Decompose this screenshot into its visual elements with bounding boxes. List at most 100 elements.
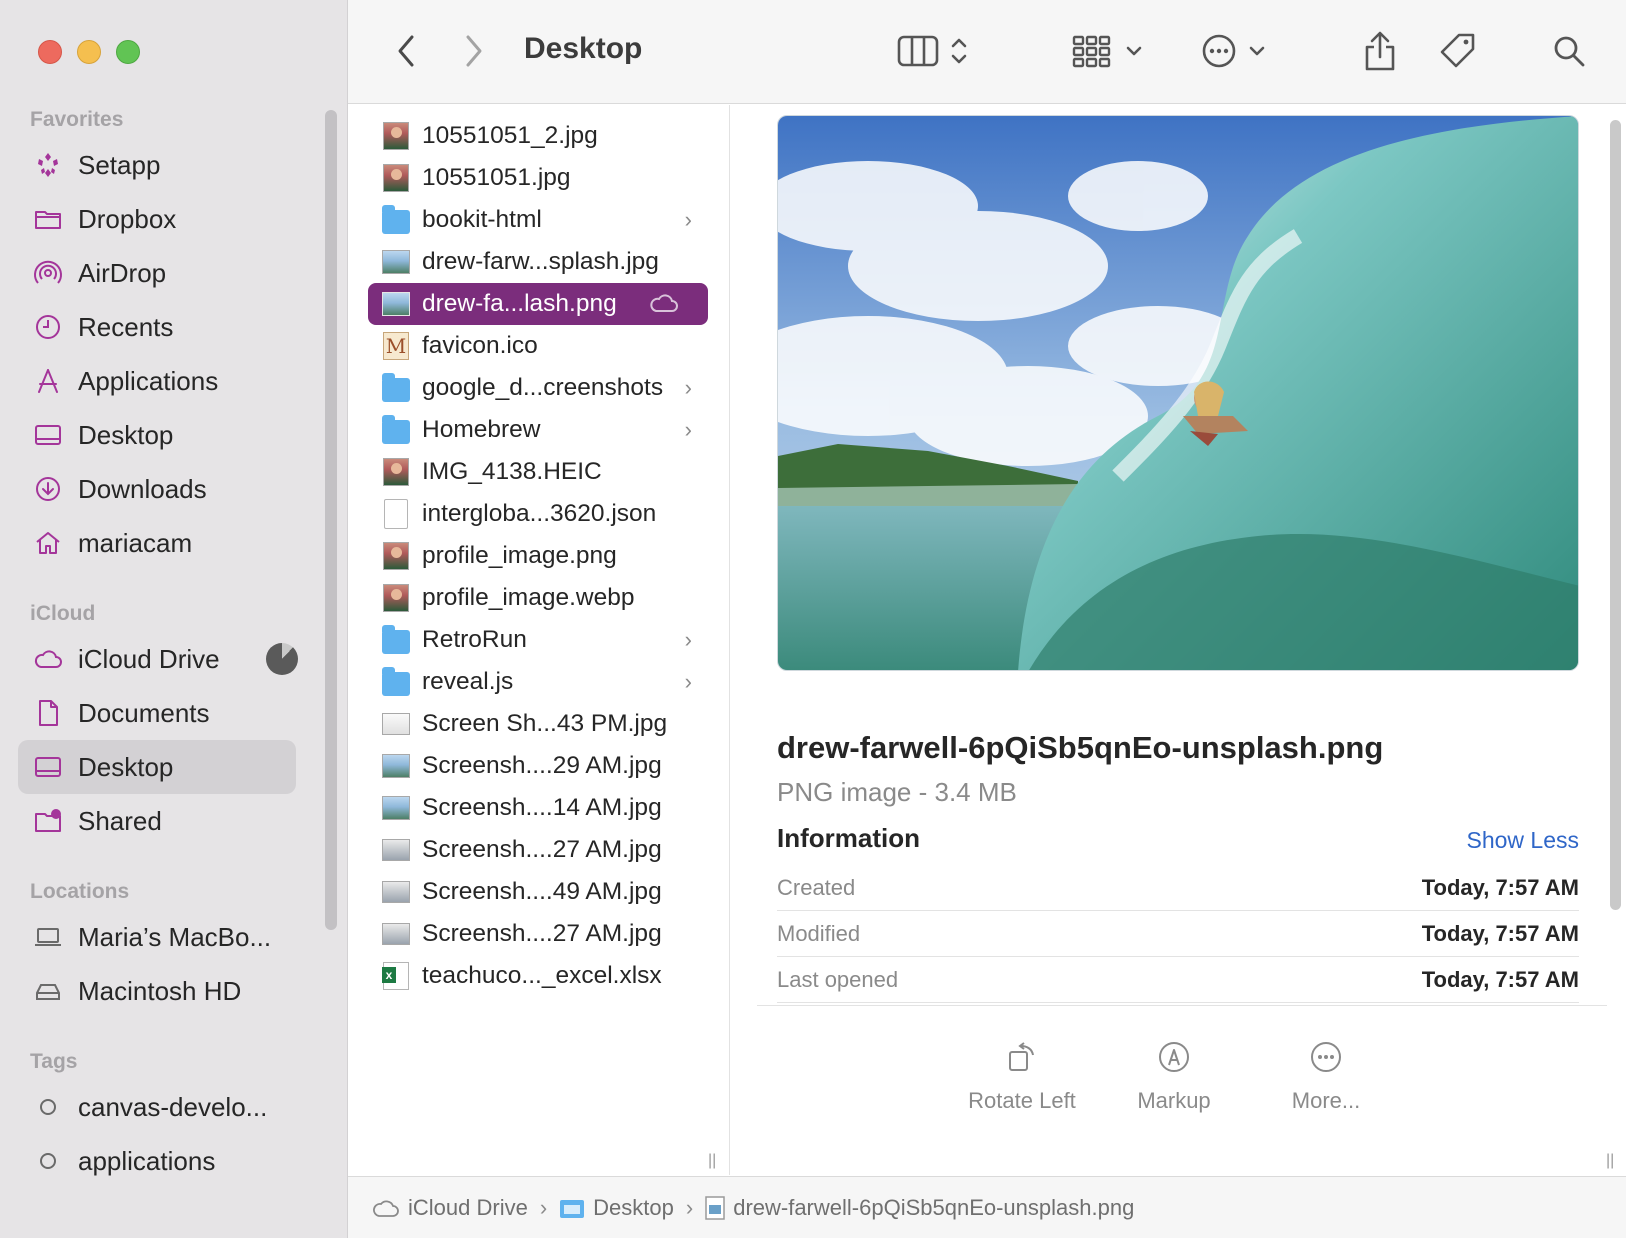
zoom-window-button[interactable] (116, 40, 140, 64)
sidebar-item-tag-applications[interactable]: applications (18, 1134, 296, 1188)
sidebar-item-downloads[interactable]: Downloads (18, 462, 296, 516)
folder-icon (559, 1197, 585, 1219)
information-heading: Information (777, 823, 920, 853)
file-row[interactable]: Screensh....14 AM.jpg (368, 787, 708, 829)
image-file-icon (382, 247, 410, 277)
chevron-right-icon: › (684, 417, 692, 442)
sidebar-item-label: Desktop (78, 751, 174, 782)
image-file-icon (382, 541, 410, 571)
chevron-right-icon: › (684, 207, 692, 232)
chevron-updown-icon (951, 38, 967, 64)
disk-icon (32, 975, 64, 1007)
sidebar-item-label: Applications (78, 365, 219, 396)
folder-row[interactable]: google_d...creenshots › (368, 367, 708, 409)
sidebar-item-setapp[interactable]: Setapp (18, 138, 296, 192)
file-row-selected[interactable]: drew-fa...lash.png (368, 283, 708, 325)
file-row[interactable]: 10551051_2.jpg (368, 115, 708, 157)
chevron-left-icon (398, 35, 414, 67)
sidebar: Favorites Setapp Dropbox AirDrop Recents… (0, 0, 348, 1238)
sidebar-item-dropbox[interactable]: Dropbox (18, 192, 296, 246)
folder-icon (32, 203, 64, 235)
sidebar-item-tag-canvas[interactable]: canvas-develo... (18, 1080, 296, 1134)
toolbar: Desktop (348, 0, 1626, 104)
file-row[interactable]: Screensh....49 AM.jpg (368, 871, 708, 913)
file-name: profile_image.webp (422, 584, 635, 611)
show-less-link[interactable]: Show Less (1466, 827, 1579, 854)
column-resize-handle[interactable]: || (708, 1152, 716, 1170)
folder-icon (382, 415, 410, 445)
sidebar-item-label: Setapp (78, 149, 161, 180)
chevron-right-icon: › (684, 375, 692, 400)
search-button[interactable] (1548, 30, 1590, 72)
file-row[interactable]: Screen Sh...43 PM.jpg (368, 703, 708, 745)
file-row[interactable]: M favicon.ico (368, 325, 708, 367)
file-row[interactable]: Screensh....27 AM.jpg (368, 913, 708, 955)
path-segment-icloud-drive[interactable]: iCloud Drive (372, 1195, 528, 1221)
file-row[interactable]: Screensh....29 AM.jpg (368, 745, 708, 787)
file-row[interactable]: drew-farw...splash.jpg (368, 241, 708, 283)
grid-group-icon (1072, 35, 1111, 68)
sidebar-item-icloud-drive[interactable]: iCloud Drive (18, 632, 298, 686)
file-row[interactable]: 10551051.jpg (368, 157, 708, 199)
file-name: drew-fa...lash.png (422, 290, 617, 317)
info-value: Today, 7:57 AM (1421, 874, 1579, 900)
file-row[interactable]: Screensh....27 AM.jpg (368, 829, 708, 871)
folder-row[interactable]: reveal.js › (368, 661, 708, 703)
chevron-right-icon: › (684, 627, 692, 652)
sidebar-item-recents[interactable]: Recents (18, 300, 296, 354)
file-name: Screensh....49 AM.jpg (422, 878, 662, 905)
folder-row[interactable]: bookit-html › (368, 199, 708, 241)
share-button[interactable] (1358, 26, 1402, 76)
screenshot-file-icon (382, 751, 410, 781)
tag-button[interactable] (1436, 28, 1480, 74)
tag-icon (1440, 33, 1475, 68)
preview-scrollbar[interactable] (1610, 120, 1621, 910)
file-row[interactable]: IMG_4138.HEIC (368, 451, 708, 493)
folder-icon (382, 625, 410, 655)
sidebar-item-label: Recents (78, 311, 174, 342)
group-button[interactable] (1068, 30, 1148, 72)
sidebar-scrollbar[interactable] (325, 110, 337, 930)
markup-button[interactable]: Markup (1099, 1040, 1249, 1114)
folder-icon (382, 373, 410, 403)
sidebar-item-documents[interactable]: Documents (18, 686, 296, 740)
chevron-down-icon (1249, 46, 1265, 56)
minimize-window-button[interactable] (77, 40, 101, 64)
folder-row[interactable]: RetroRun › (368, 619, 708, 661)
sidebar-item-icloud-desktop[interactable]: Desktop (18, 740, 296, 794)
file-name: Screen Sh...43 PM.jpg (422, 710, 668, 737)
view-mode-button[interactable] (888, 30, 978, 72)
sidebar-item-label: Shared (78, 805, 162, 836)
sidebar-item-macbook[interactable]: Maria’s MacBo... (18, 910, 296, 964)
action-menu-button[interactable] (1194, 30, 1274, 72)
sidebar-item-label: Documents (78, 697, 210, 728)
sidebar-item-applications[interactable]: Applications (18, 354, 296, 408)
sidebar-item-airdrop[interactable]: AirDrop (18, 246, 296, 300)
file-row[interactable]: intergloba...3620.json (368, 493, 708, 535)
forward-button[interactable] (456, 30, 492, 72)
sidebar-item-label: Downloads (78, 473, 207, 504)
file-row[interactable]: profile_image.webp (368, 577, 708, 619)
back-button[interactable] (388, 30, 424, 72)
path-label: Desktop (593, 1194, 674, 1220)
more-button[interactable]: More... (1251, 1040, 1401, 1114)
screenshot-file-icon (382, 835, 410, 865)
file-row[interactable]: profile_image.png (368, 535, 708, 577)
close-window-button[interactable] (38, 40, 62, 64)
folder-row[interactable]: Homebrew › (368, 409, 708, 451)
path-segment-file[interactable]: drew-farwell-6pQiSb5qnEo-unsplash.png (705, 1195, 1134, 1221)
sidebar-item-desktop[interactable]: Desktop (18, 408, 296, 462)
file-row[interactable]: teachuco..._excel.xlsx (368, 955, 708, 997)
path-segment-desktop[interactable]: Desktop (559, 1195, 674, 1221)
column-resize-handle[interactable]: || (1606, 1152, 1614, 1170)
action-label: More... (1291, 1088, 1361, 1113)
markup-icon (1159, 1042, 1189, 1072)
sidebar-item-home[interactable]: mariacam (18, 516, 296, 570)
home-icon (32, 527, 64, 559)
sidebar-item-macintosh-hd[interactable]: Macintosh HD (18, 964, 296, 1018)
column-view-icon (897, 35, 939, 67)
file-name: RetroRun (422, 626, 527, 653)
sidebar-item-label: Dropbox (78, 203, 177, 234)
rotate-left-button[interactable]: Rotate Left (947, 1040, 1097, 1114)
sidebar-item-shared[interactable]: Shared (18, 794, 296, 848)
